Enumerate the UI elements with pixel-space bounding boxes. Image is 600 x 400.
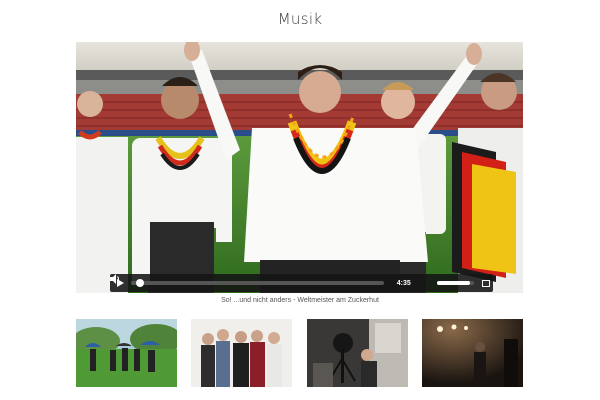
fullscreen-icon xyxy=(482,279,491,287)
volume-level xyxy=(436,281,470,285)
thumbnail-studio[interactable] xyxy=(307,319,408,387)
volume-button[interactable] xyxy=(110,274,435,292)
video-caption: So! ...und nicht anders - Weltmeister am… xyxy=(221,297,379,304)
progress-bar[interactable] xyxy=(131,274,385,292)
thumbnail-image xyxy=(191,319,292,387)
progress-track xyxy=(131,281,385,285)
thumbnail-stage[interactable] xyxy=(422,319,523,387)
thumbnail-outdoor-group[interactable] xyxy=(76,319,177,387)
speaker-icon xyxy=(110,274,120,284)
thumbnail-band-portrait[interactable] xyxy=(191,319,292,387)
duration-label: 4:35 xyxy=(396,279,411,287)
fullscreen-button[interactable] xyxy=(480,274,494,292)
thumbnail-image xyxy=(76,319,177,387)
progress-handle[interactable] xyxy=(136,279,145,287)
thumbnail-image xyxy=(307,319,408,387)
video-controls: 4:35 xyxy=(110,274,493,292)
thumbnail-strip xyxy=(76,319,523,387)
thumbnail-image xyxy=(422,319,523,387)
video-frame xyxy=(76,42,523,293)
page-title: Musik xyxy=(277,10,323,28)
volume-slider[interactable] xyxy=(436,274,474,292)
video-player[interactable]: 4:35 xyxy=(76,42,523,293)
